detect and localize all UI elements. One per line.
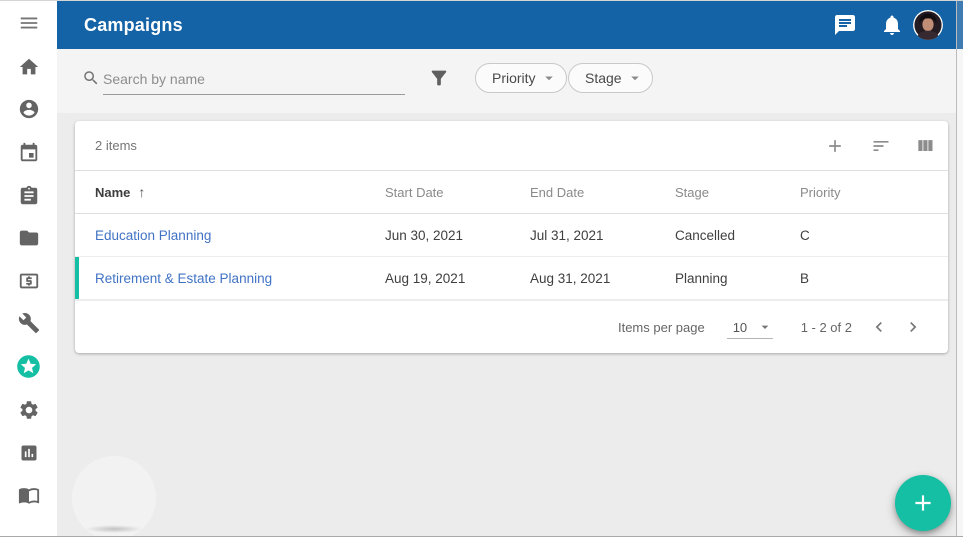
previous-page-button[interactable] — [862, 310, 896, 344]
clipboard-icon — [18, 185, 40, 207]
sort-ascending-arrow: ↑ — [138, 184, 145, 200]
book-icon — [18, 484, 40, 506]
items-per-page-value: 10 — [733, 320, 747, 335]
pagination-bar: Items per page 10 1 - 2 of 2 — [75, 300, 948, 353]
items-count: 2 items — [95, 121, 137, 171]
columns-icon — [915, 136, 935, 156]
start-date-cell: Jun 30, 2021 — [385, 214, 525, 257]
campaigns-table-card: 2 items Name↑ Start Date End Date Stage … — [75, 121, 948, 353]
folder-icon — [18, 227, 40, 249]
search-icon — [82, 69, 100, 92]
chevron-down-icon — [757, 319, 773, 335]
items-per-page-label: Items per page — [618, 320, 705, 335]
sidebar-item-settings[interactable] — [14, 395, 44, 425]
filter-funnel-icon — [428, 67, 450, 89]
plus-icon — [910, 490, 936, 516]
top-bar: Campaigns — [57, 1, 957, 49]
next-page-button[interactable] — [896, 310, 930, 344]
campaigns-app: Campaigns Priority — [0, 0, 963, 541]
column-header-name[interactable]: Name↑ — [95, 171, 380, 214]
avatar-image — [913, 10, 943, 40]
sidebar-item-contacts[interactable] — [14, 94, 44, 124]
sidebar-item-campaigns-active[interactable] — [14, 351, 44, 381]
campaign-name-link[interactable]: Retirement & Estate Planning — [95, 257, 380, 300]
stage-chip-label: Stage — [585, 70, 622, 86]
menu-button[interactable] — [14, 8, 44, 38]
sidebar-item-tasks[interactable] — [14, 181, 44, 211]
stage-filter-chip[interactable]: Stage — [568, 63, 653, 93]
ghost-fab-shadow — [85, 525, 143, 533]
chevron-down-icon — [540, 69, 558, 87]
person-icon — [18, 98, 40, 120]
chevron-left-icon — [869, 317, 889, 337]
end-date-cell: Jul 31, 2021 — [530, 214, 670, 257]
sidebar — [0, 1, 57, 536]
campaign-name-link[interactable]: Education Planning — [95, 214, 380, 257]
table-toolbar: 2 items — [75, 121, 948, 171]
sidebar-item-home[interactable] — [14, 52, 44, 82]
table-row[interactable]: Retirement & Estate Planning Aug 19, 202… — [75, 257, 948, 300]
sort-button[interactable] — [870, 135, 892, 157]
column-header-priority[interactable]: Priority — [800, 171, 930, 214]
chat-icon — [833, 13, 857, 37]
calendar-icon — [18, 142, 40, 164]
chat-button[interactable] — [833, 13, 857, 37]
search-input[interactable] — [103, 63, 405, 95]
sidebar-item-finance[interactable] — [14, 266, 44, 296]
columns-button[interactable] — [914, 135, 936, 157]
home-icon — [18, 56, 40, 78]
end-date-cell: Aug 31, 2021 — [530, 257, 670, 300]
sidebar-item-calendar[interactable] — [14, 138, 44, 168]
window-bottom-edge — [0, 536, 963, 541]
priority-cell: B — [800, 257, 930, 300]
items-per-page-select[interactable]: 10 — [727, 315, 773, 339]
gear-icon — [18, 399, 40, 421]
add-record-button[interactable] — [824, 135, 846, 157]
table-header-row: Name↑ Start Date End Date Stage Priority — [75, 171, 948, 214]
filter-bar: Priority Stage — [57, 49, 957, 113]
menu-icon — [18, 12, 40, 34]
window-right-edge-header — [957, 1, 963, 49]
wrench-icon — [18, 312, 40, 334]
sidebar-item-documents[interactable] — [14, 223, 44, 253]
add-icon — [825, 136, 845, 156]
table-row[interactable]: Education Planning Jun 30, 2021 Jul 31, … — [75, 214, 948, 257]
pagination-range: 1 - 2 of 2 — [801, 320, 852, 335]
user-avatar[interactable] — [913, 10, 943, 40]
page-title: Campaigns — [84, 1, 183, 49]
notifications-bell-icon — [880, 13, 904, 37]
row-highlight-bar — [75, 257, 79, 299]
notifications-button[interactable] — [880, 13, 904, 37]
chevron-right-icon — [903, 317, 923, 337]
chevron-down-icon — [626, 69, 644, 87]
sidebar-item-tools[interactable] — [14, 308, 44, 338]
star-circle-icon — [15, 353, 42, 380]
stage-cell: Cancelled — [675, 214, 795, 257]
bar-chart-icon — [19, 443, 39, 463]
priority-cell: C — [800, 214, 930, 257]
priority-chip-label: Priority — [492, 70, 536, 86]
sidebar-item-library[interactable] — [14, 480, 44, 510]
money-icon — [18, 270, 40, 292]
sidebar-item-reports[interactable] — [14, 438, 44, 468]
column-header-stage[interactable]: Stage — [675, 171, 795, 214]
column-header-start-date[interactable]: Start Date — [385, 171, 525, 214]
start-date-cell: Aug 19, 2021 — [385, 257, 525, 300]
stage-cell: Planning — [675, 257, 795, 300]
create-campaign-fab[interactable] — [895, 475, 951, 531]
filter-button[interactable] — [428, 67, 456, 95]
column-header-end-date[interactable]: End Date — [530, 171, 670, 214]
priority-filter-chip[interactable]: Priority — [475, 63, 567, 93]
window-right-edge — [956, 1, 963, 536]
sort-icon — [871, 136, 891, 156]
